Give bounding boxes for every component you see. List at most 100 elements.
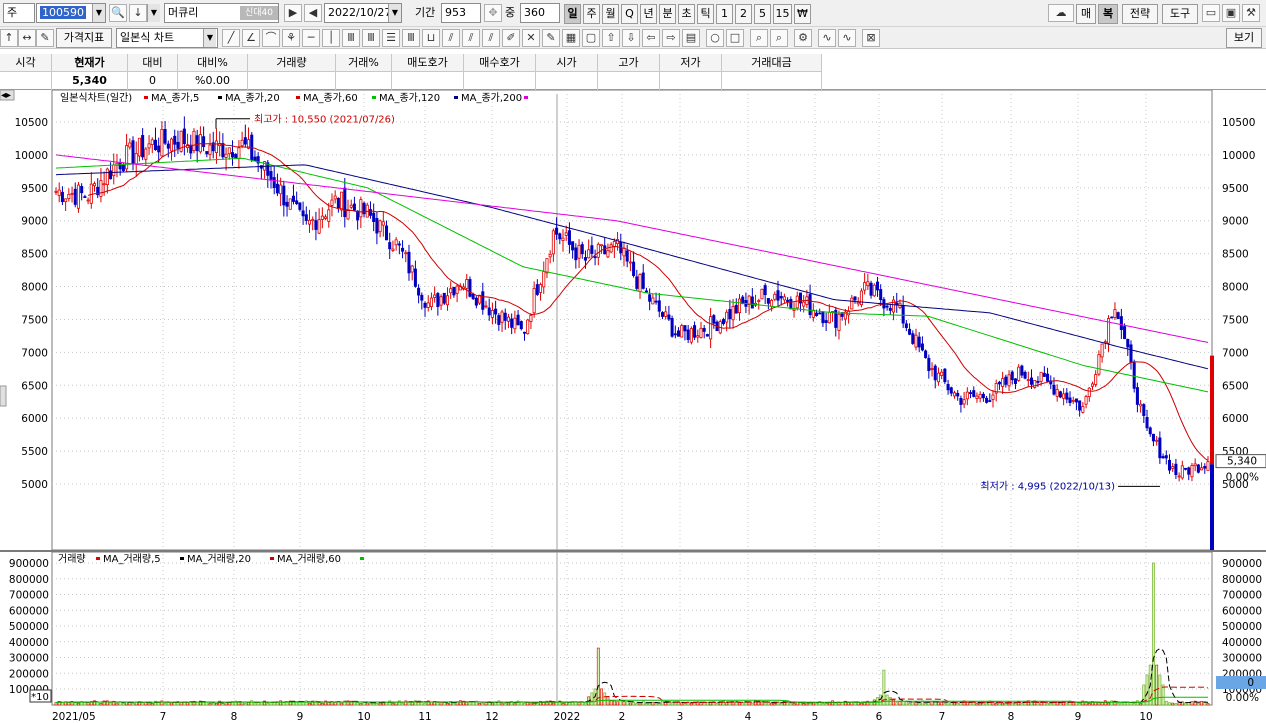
volume-tick-right: 400000 [1222, 637, 1262, 649]
volume-tick-left: 800000 [9, 574, 49, 586]
volume-tick-right: 800000 [1222, 574, 1262, 586]
edit-icon[interactable]: ✎ [36, 29, 54, 47]
trend-line-icon[interactable]: ╱ [222, 29, 240, 47]
strategy-button[interactable]: 전략 [1122, 4, 1158, 24]
chart-type-dropdown-icon[interactable]: ▼ [203, 29, 216, 47]
andrews-pitchfork-icon[interactable]: ⫽ [482, 29, 500, 47]
candle-body [99, 180, 103, 197]
timeframe-button-3[interactable]: Q [621, 4, 638, 24]
open-folder-icon[interactable]: ▭ [1202, 4, 1220, 22]
zoom-in-icon[interactable]: ⌕ [750, 29, 768, 47]
arc-icon[interactable]: ⌒ [262, 29, 280, 47]
settings-icon[interactable]: ⚙ [794, 29, 812, 47]
timeframe-label: 2 [740, 7, 747, 20]
search-icon[interactable]: 🔍 [109, 4, 127, 22]
timeframe-button-1[interactable]: 주 [583, 4, 600, 24]
grid-icon[interactable]: ▦ [562, 29, 580, 47]
bar-tool-icon[interactable]: Ⅲ [402, 29, 420, 47]
period-input[interactable]: 953 [441, 3, 481, 23]
candle-body [1078, 400, 1082, 411]
count-input[interactable]: 360 [520, 3, 560, 23]
angle-line-icon[interactable]: ∠ [242, 29, 260, 47]
candle-body [481, 291, 485, 310]
timeframe-button-11[interactable]: 15 [773, 4, 792, 24]
prev-stock-icon[interactable]: ◀ [304, 4, 322, 22]
rectangle-select-icon[interactable]: ▢ [582, 29, 600, 47]
circle-icon[interactable]: ○ [706, 29, 724, 47]
arrow-down-icon[interactable]: ⇩ [622, 29, 640, 47]
pencil-icon[interactable]: ✐ [502, 29, 520, 47]
wrench-icon[interactable]: ⚒ [1242, 4, 1260, 22]
timeframe-button-7[interactable]: 틱 [697, 4, 714, 24]
text-note-icon[interactable]: ▤ [682, 29, 700, 47]
timeframe-button-12[interactable]: ₩ [794, 4, 811, 24]
market-select[interactable]: 주 [3, 3, 35, 23]
timeframe-button-0[interactable]: 일 [564, 4, 581, 24]
compare-button[interactable]: 복 [1098, 4, 1118, 24]
crosshair-icon[interactable]: ✥ [484, 4, 502, 22]
candle-body [157, 145, 161, 153]
calendar-dropdown-icon[interactable]: ▼ [388, 4, 401, 22]
candle-body [76, 184, 80, 209]
parallel-lines-icon[interactable]: ⫽ [442, 29, 460, 47]
erase-icon[interactable]: ✕ [522, 29, 540, 47]
candle-body [1004, 376, 1008, 385]
speed-lines-icon[interactable]: ⫽ [462, 29, 480, 47]
volume-bar [789, 702, 793, 706]
stock-chart[interactable]: ◂▸10500 1050010000 100009500 95009000 900085… [0, 90, 1266, 723]
sort-icon[interactable]: ↓ [129, 4, 147, 22]
view-button[interactable]: 보기 [1226, 28, 1262, 48]
cloud-icon[interactable]: ☁ [1048, 4, 1074, 22]
candle-body [131, 140, 135, 165]
arrow-left-icon[interactable]: ⇦ [642, 29, 660, 47]
pan-arrows-icon[interactable]: ↔ [18, 29, 36, 47]
candle-body [587, 249, 591, 259]
save-icon[interactable]: ▣ [1222, 4, 1240, 22]
sort-dropdown-icon[interactable]: ▼ [147, 4, 160, 22]
volume-bar [141, 702, 145, 706]
wave-icon[interactable]: ∿ [818, 29, 836, 47]
tools-button[interactable]: 도구 [1162, 4, 1198, 24]
volume-bar [1155, 664, 1159, 706]
delete-all-icon[interactable]: ⊠ [862, 29, 880, 47]
arrow-right-icon[interactable]: ⇨ [662, 29, 680, 47]
x-axis-label: 6 [876, 711, 883, 723]
timeframe-button-10[interactable]: 5 [754, 4, 771, 24]
candle-body [64, 198, 68, 203]
buy-button[interactable]: 매 [1076, 4, 1096, 24]
code-dropdown-icon[interactable]: ▼ [92, 4, 105, 22]
volume-legend-item: MA_거래량,60 [277, 553, 341, 565]
quote-value-3: %0.00 [178, 72, 248, 90]
price-tick-right: 10500 [1222, 117, 1255, 129]
volume-bar [436, 702, 440, 706]
candle-body [192, 130, 196, 151]
square-icon[interactable]: □ [726, 29, 744, 47]
timeframe-button-5[interactable]: 분 [659, 4, 676, 24]
zigzag-icon[interactable]: ∿ [838, 29, 856, 47]
timeframe-button-9[interactable]: 2 [735, 4, 752, 24]
fan-icon[interactable]: ⚘ [282, 29, 300, 47]
vol-legend-swatch [180, 557, 184, 560]
zoom-out-icon[interactable]: ⌕ [770, 29, 788, 47]
channel-icon[interactable]: ⊔ [422, 29, 440, 47]
timeframe-button-4[interactable]: 년 [640, 4, 657, 24]
timeframe-button-6[interactable]: 초 [678, 4, 695, 24]
gann-grid-icon[interactable]: Ⅲ [362, 29, 380, 47]
marker-icon[interactable]: ✎ [542, 29, 560, 47]
next-stock-icon[interactable]: ▶ [284, 4, 302, 22]
fibo-retrace-icon[interactable]: ☰ [382, 29, 400, 47]
candle-body [991, 394, 995, 400]
indicator-button[interactable]: 가격지표 [56, 28, 112, 48]
horizontal-line-icon[interactable]: ─ [302, 29, 320, 47]
fibo-time-icon[interactable]: Ⅲ [342, 29, 360, 47]
timeframe-button-8[interactable]: 1 [716, 4, 733, 24]
arrow-up-icon[interactable]: ⇧ [602, 29, 620, 47]
volume-bar [298, 701, 302, 706]
quote-header-7: 매수호가 [464, 54, 536, 72]
timeframe-button-2[interactable]: 월 [602, 4, 619, 24]
candle-body [539, 284, 543, 293]
volume-bar [259, 701, 263, 706]
up-arrow-icon[interactable]: ↑ [0, 29, 18, 47]
vertical-line-icon[interactable]: │ [322, 29, 340, 47]
volume-bar [279, 700, 283, 706]
